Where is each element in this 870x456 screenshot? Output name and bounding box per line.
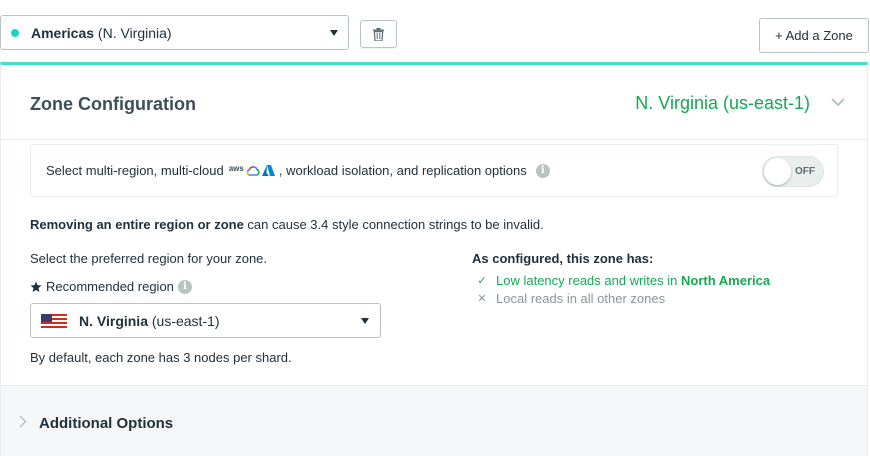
region-select-value: N. Virginia (us-east-1) bbox=[79, 312, 220, 329]
info-icon[interactable]: i bbox=[535, 163, 550, 178]
multi-cloud-toggle[interactable]: OFF bbox=[762, 156, 824, 187]
toggle-knob bbox=[764, 158, 791, 185]
zone-configuration-panel: Zone Configuration N. Virginia (us-east-… bbox=[0, 62, 868, 456]
info-icon[interactable]: i bbox=[177, 279, 192, 294]
recommended-region-text: Recommended region bbox=[46, 279, 174, 294]
chevron-down-icon[interactable] bbox=[831, 98, 845, 107]
multi-cloud-options-box: Select multi-region, multi-cloud aws , w… bbox=[30, 144, 838, 197]
preferred-region-label: Select the preferred region for your zon… bbox=[30, 251, 268, 266]
zone-select-value: Americas (N. Virginia) bbox=[31, 24, 172, 41]
azure-icon bbox=[261, 165, 275, 176]
local-reads-text: Local reads in all other zones bbox=[496, 291, 666, 306]
panel-title: Zone Configuration bbox=[30, 94, 196, 114]
trash-icon bbox=[373, 27, 384, 41]
aws-icon: aws bbox=[228, 164, 244, 173]
delete-zone-button[interactable] bbox=[360, 20, 397, 48]
cloud-provider-icons: aws bbox=[228, 164, 275, 176]
caret-down-icon bbox=[361, 318, 369, 324]
star-icon bbox=[30, 281, 42, 292]
x-icon: ✕ bbox=[477, 293, 487, 305]
options-text-before: Select multi-region, multi-cloud bbox=[46, 163, 224, 178]
low-latency-item: ✓ Low latency reads and writes in North … bbox=[476, 273, 770, 288]
zone-select[interactable]: Americas (N. Virginia) bbox=[0, 15, 349, 50]
zone-status-dot bbox=[11, 28, 19, 37]
additional-options-title: Additional Options bbox=[39, 415, 174, 432]
caret-down-icon bbox=[330, 30, 338, 36]
additional-options-section[interactable]: Additional Options bbox=[1, 385, 867, 456]
toggle-state-label: OFF bbox=[795, 166, 815, 177]
local-reads-item: ✕ Local reads in all other zones bbox=[476, 291, 665, 306]
connection-string-warning: Removing an entire region or zone can ca… bbox=[30, 217, 544, 232]
selected-region-label: N. Virginia (us-east-1) bbox=[635, 93, 810, 113]
options-text-after: , workload isolation, and replication op… bbox=[278, 163, 527, 178]
low-latency-text: Low latency reads and writes in North Am… bbox=[496, 273, 771, 288]
panel-header[interactable]: Zone Configuration N. Virginia (us-east-… bbox=[1, 65, 867, 140]
multi-cloud-options-text: Select multi-region, multi-cloud aws , w… bbox=[46, 163, 550, 178]
configured-title: As configured, this zone has: bbox=[472, 251, 654, 266]
default-nodes-note: By default, each zone has 3 nodes per sh… bbox=[30, 350, 292, 365]
check-icon: ✓ bbox=[477, 275, 487, 287]
us-flag-icon bbox=[41, 313, 67, 328]
region-select[interactable]: N. Virginia (us-east-1) bbox=[30, 303, 381, 338]
gcp-icon bbox=[246, 165, 260, 176]
recommended-region-label: Recommended region i bbox=[30, 279, 192, 294]
chevron-right-icon bbox=[19, 415, 27, 428]
add-zone-button[interactable]: + Add a Zone bbox=[759, 18, 869, 53]
